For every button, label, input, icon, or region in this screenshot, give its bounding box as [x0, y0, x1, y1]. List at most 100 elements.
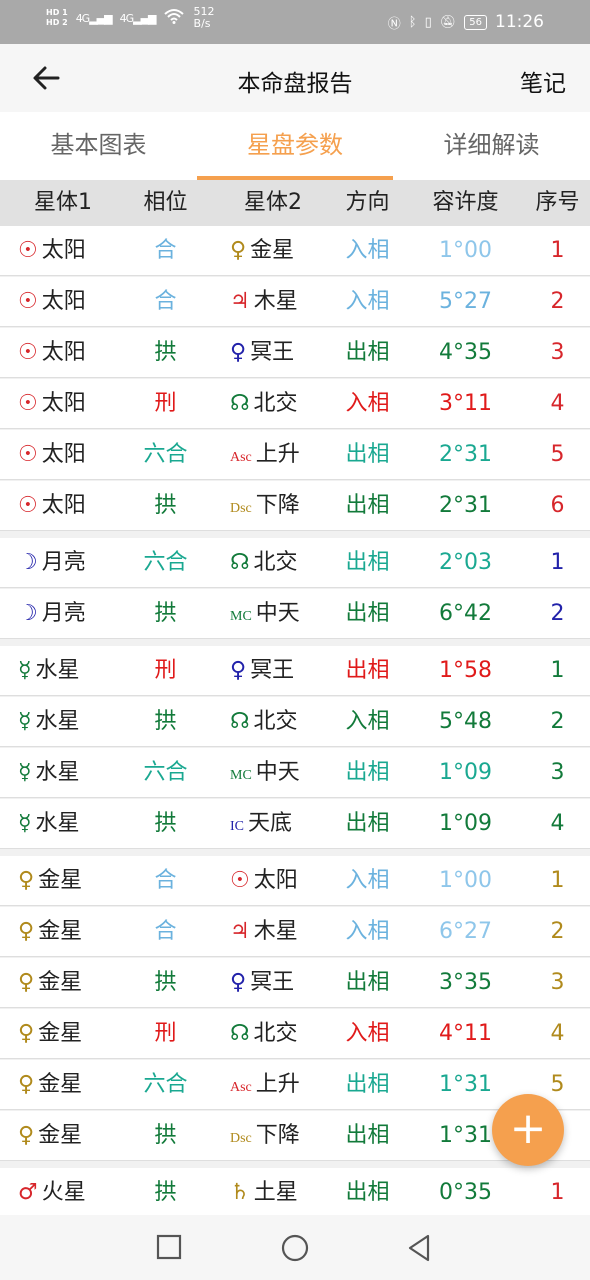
- aspect-cell: 拱: [154, 1180, 177, 1205]
- table-row[interactable]: ☉ 太阳拱 ♀ 冥王 出相 4°35 3: [0, 328, 590, 378]
- aspect-cell: 拱: [154, 340, 177, 365]
- navigation-bar: [0, 1215, 590, 1280]
- square-icon[interactable]: [155, 1233, 185, 1263]
- hd2-label: HD 2: [46, 18, 68, 27]
- table-row[interactable]: ♀ 金星合 ☉ 太阳 入相 1°00 1: [0, 856, 590, 906]
- planet2-glyph-icon: ♄: [230, 1180, 250, 1205]
- planet1-glyph-icon: ☉: [18, 289, 38, 314]
- column-header-direction: 方向: [345, 190, 390, 215]
- orb-cell: 5°27: [439, 289, 492, 314]
- orb-cell: 2°03: [439, 550, 492, 575]
- planet-name: 天底: [248, 811, 293, 836]
- aspect-cell: 六合: [143, 1072, 188, 1097]
- status-bar: HD 1 HD 2 4G▂▄▆ 4G▂▄▆ 512 B/s Ⓝ ᛒ ▯ 🔕︎ 5…: [0, 0, 590, 44]
- table-row[interactable]: ☿ 水星 六合 MC 中天 出相 1°09 3: [0, 748, 590, 798]
- planet1-glyph-icon: ☉: [18, 442, 38, 467]
- direction-cell: 入相: [345, 289, 390, 314]
- direction-cell: 入相: [345, 709, 390, 734]
- direction-cell: 出相: [345, 1123, 390, 1148]
- planet2-glyph-icon: ♀: [230, 970, 247, 995]
- planet-name: 金星: [250, 238, 295, 263]
- orb-cell: 1°09: [439, 760, 492, 785]
- index-cell: 4: [550, 811, 565, 836]
- nfc-icon: Ⓝ: [387, 16, 401, 32]
- table-row[interactable]: ☿ 水星拱 ☊ 北交 入相 5°48 2: [0, 697, 590, 747]
- direction-cell: 出相: [345, 340, 390, 365]
- planet-name: 中天: [255, 760, 300, 785]
- table-row[interactable]: ♀ 金星刑 ☊ 北交 入相 4°11 4: [0, 1009, 590, 1059]
- planet2-cell: Asc 上升: [230, 1060, 340, 1110]
- table-row[interactable]: ☽ 月亮 六合 ☊ 北交 出相 2°03 1: [0, 538, 590, 588]
- table-row[interactable]: ♀ 金星合 ♃ 木星 入相 6°27 2: [0, 907, 590, 957]
- table-row[interactable]: ☉ 太阳合 ♃ 木星 入相 5°27 2: [0, 277, 590, 327]
- planet-name: 太阳: [41, 289, 86, 314]
- aspect-cell: 拱: [154, 811, 177, 836]
- column-header-aspect: 相位: [143, 190, 188, 215]
- index-cell: 3: [550, 970, 565, 995]
- planet2-cell: ☊ 北交: [230, 1009, 340, 1059]
- table-row[interactable]: ♂ 火星拱 ♄ 土星 出相 0°35 1: [0, 1168, 590, 1218]
- table-row[interactable]: ☉ 太阳 六合 Asc 上升 出相 2°31 5: [0, 430, 590, 480]
- table-row[interactable]: ☿ 水星 拱 IC 天底 出相 1°09 4: [0, 799, 590, 849]
- table-row[interactable]: ♀ 金星拱 ♀ 冥王 出相 3°35 3: [0, 958, 590, 1008]
- table-row[interactable]: ☉ 太阳合 ♀ 金星 入相 1°00 1: [0, 226, 590, 276]
- aspect-cell: 拱: [154, 970, 177, 995]
- planet-name: 土星: [253, 1180, 298, 1205]
- aspect-cell: 刑: [154, 658, 177, 683]
- column-header-index: 序号: [535, 190, 580, 215]
- tab-chart-params[interactable]: 星盘参数: [197, 112, 393, 180]
- notes-button[interactable]: 笔记: [520, 64, 566, 98]
- index-cell: 4: [550, 391, 565, 416]
- circle-icon[interactable]: [280, 1233, 310, 1263]
- table-row[interactable]: ☉ 太阳刑 ☊ 北交 入相 3°11 4: [0, 379, 590, 429]
- planet1-glyph-icon: ♀: [18, 868, 35, 893]
- planet1-cell: ♂ 火星: [18, 1168, 128, 1218]
- planet2-cell: ♀ 金星: [230, 226, 340, 276]
- planet-name: 太阳: [41, 340, 86, 365]
- triangle-icon[interactable]: [405, 1233, 435, 1263]
- planet-name: 冥王: [250, 340, 295, 365]
- direction-cell: 入相: [345, 919, 390, 944]
- add-button[interactable]: +: [492, 1094, 564, 1166]
- planet1-glyph-icon: ♀: [18, 1123, 35, 1148]
- wifi-icon: [163, 8, 184, 28]
- planet-name: 下降: [255, 1123, 300, 1148]
- direction-cell: 入相: [345, 1021, 390, 1046]
- planet-name: 太阳: [41, 391, 86, 416]
- planet-name: 太阳: [253, 868, 298, 893]
- planet-name: 北交: [253, 550, 298, 575]
- table-header: 星体1 相位 星体2 方向 容许度 序号: [0, 180, 590, 226]
- planet2-cell: ♃ 木星: [230, 907, 340, 957]
- planet-name: 金星: [38, 919, 83, 944]
- aspect-cell: 合: [154, 919, 177, 944]
- planet1-glyph-icon: ☉: [18, 391, 38, 416]
- table-row[interactable]: ☽ 月亮拱 MC 中天 出相 6°42 2: [0, 589, 590, 639]
- planet1-cell: ☉ 太阳: [18, 379, 128, 429]
- direction-cell: 出相: [345, 811, 390, 836]
- planet1-cell: ☿ 水星: [18, 748, 128, 798]
- aspect-cell: 六合: [143, 550, 188, 575]
- planet1-glyph-icon: ☽: [18, 550, 38, 575]
- aspect-cell: 合: [154, 289, 177, 314]
- orb-cell: 6°27: [439, 919, 492, 944]
- planet1-glyph-icon: ☿: [18, 658, 32, 683]
- planet-name: 金星: [38, 970, 83, 995]
- planet2-glyph-icon: ♀: [230, 658, 247, 683]
- planet-name: 火星: [41, 1180, 86, 1205]
- planet1-cell: ♀ 金星: [18, 958, 128, 1008]
- table-row[interactable]: ♀ 金星 六合 Asc 上升 出相 1°31 5: [0, 1060, 590, 1110]
- planet-name: 北交: [253, 709, 298, 734]
- index-cell: 5: [550, 442, 565, 467]
- planet-name: 冥王: [250, 658, 295, 683]
- table-row[interactable]: ☉ 太阳拱 Dsc 下降 出相 2°31 6: [0, 481, 590, 531]
- index-cell: 1: [550, 1180, 565, 1205]
- planet1-cell: ☉ 太阳: [18, 481, 128, 531]
- tab-basic-chart[interactable]: 基本图表: [0, 112, 197, 180]
- battery-icon: 56: [464, 14, 487, 30]
- direction-cell: 入相: [345, 868, 390, 893]
- planet1-glyph-icon: ☿: [18, 760, 32, 785]
- planet2-cell: ☊ 北交: [230, 379, 340, 429]
- table-row[interactable]: ☿ 水星刑 ♀ 冥王 出相 1°58 1: [0, 646, 590, 696]
- orb-cell: 1°00: [439, 238, 492, 263]
- tab-detailed-reading[interactable]: 详细解读: [393, 112, 590, 180]
